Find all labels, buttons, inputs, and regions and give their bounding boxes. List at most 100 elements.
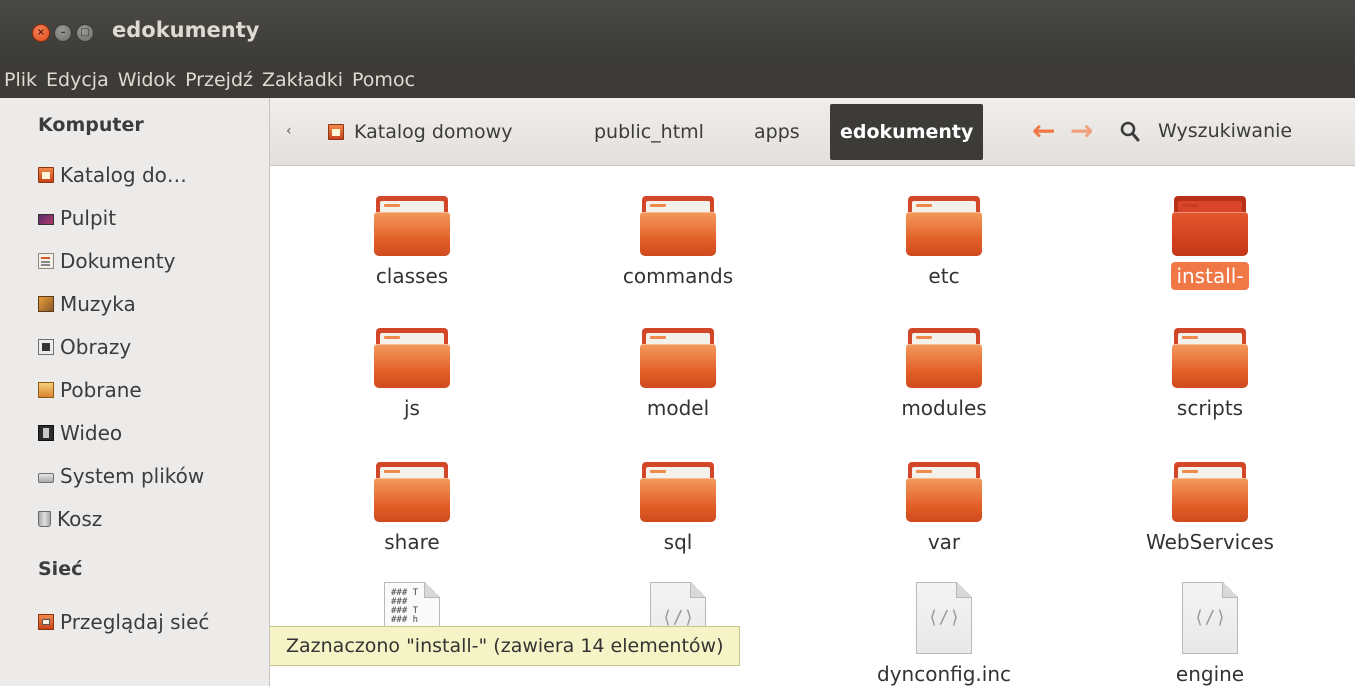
sidebar-item-video[interactable]: Wideo bbox=[38, 418, 122, 448]
selection-status-tooltip: Zaznaczono "install-" (zawiera 14 elemen… bbox=[270, 626, 741, 666]
window-maximize-button[interactable]: □ bbox=[76, 24, 94, 42]
pictures-icon bbox=[38, 339, 54, 355]
menu-go[interactable]: Przejdź bbox=[185, 69, 253, 91]
sidebar-item-pictures[interactable]: Obrazy bbox=[38, 332, 131, 362]
breadcrumb-home[interactable]: Katalog domowy bbox=[328, 116, 512, 148]
sidebar-item-documents[interactable]: Dokumenty bbox=[38, 246, 175, 276]
window-close-button[interactable]: × bbox=[32, 24, 50, 42]
folder-item[interactable]: modules bbox=[834, 326, 1054, 422]
sidebar-item-label: Dokumenty bbox=[60, 249, 176, 273]
code-file-icon: ⟨/⟩ bbox=[916, 582, 972, 654]
folder-icon bbox=[640, 460, 716, 522]
filesystem-icon bbox=[38, 473, 54, 483]
window-titlebar: × – □ edokumenty bbox=[0, 0, 1355, 62]
folder-item[interactable]: share bbox=[302, 460, 522, 556]
folder-item[interactable]: js bbox=[302, 326, 522, 422]
file-item[interactable]: ⟨/⟩ dynconfig.inc bbox=[834, 582, 1054, 688]
code-glyph: ⟨/⟩ bbox=[661, 607, 695, 628]
maximize-icon: □ bbox=[80, 27, 90, 38]
sidebar-item-label: Katalog do… bbox=[60, 163, 187, 187]
sidebar-item-trash[interactable]: Kosz bbox=[38, 504, 102, 534]
search-icon[interactable] bbox=[1120, 120, 1140, 144]
folder-icon bbox=[906, 326, 982, 388]
folder-item-selected[interactable]: install- bbox=[1100, 194, 1320, 290]
video-icon bbox=[38, 425, 54, 441]
sidebar-item-label: System plików bbox=[60, 464, 205, 488]
breadcrumb-apps[interactable]: apps bbox=[754, 116, 800, 148]
trash-icon bbox=[38, 511, 51, 527]
item-label: etc bbox=[928, 264, 960, 288]
network-icon bbox=[38, 614, 54, 630]
item-label: js bbox=[404, 396, 420, 420]
breadcrumb-label: Katalog domowy bbox=[354, 121, 513, 143]
menu-bookmarks[interactable]: Zakładki bbox=[262, 69, 343, 91]
sidebar-header-network: Sieć bbox=[38, 558, 83, 580]
menu-help[interactable]: Pomoc bbox=[352, 69, 415, 91]
path-toolbar: ‹ Katalog domowy public_html apps edokum… bbox=[270, 98, 1355, 166]
music-icon bbox=[38, 296, 54, 312]
breadcrumb-current[interactable]: edokumenty bbox=[830, 104, 984, 160]
sidebar-item-downloads[interactable]: Pobrane bbox=[38, 375, 142, 405]
folder-icon bbox=[1172, 194, 1248, 256]
desktop-icon bbox=[38, 213, 54, 225]
file-grid: classes commands etc install- js model m… bbox=[270, 166, 1355, 686]
item-label: share bbox=[384, 530, 440, 554]
folder-icon bbox=[640, 194, 716, 256]
menu-view[interactable]: Widok bbox=[118, 69, 176, 91]
downloads-icon bbox=[38, 382, 54, 398]
item-label: sql bbox=[663, 530, 693, 554]
item-label: engine bbox=[1175, 662, 1245, 686]
item-label: modules bbox=[901, 396, 987, 420]
sidebar-item-browse-network[interactable]: Przeglądaj sieć bbox=[38, 607, 209, 637]
item-label: model bbox=[646, 396, 710, 420]
sidebar-item-label: Obrazy bbox=[60, 335, 132, 359]
folder-item[interactable]: WebServices bbox=[1100, 460, 1320, 556]
code-glyph: ⟨/⟩ bbox=[1193, 607, 1227, 628]
home-folder-icon bbox=[38, 167, 54, 183]
sidebar: Komputer Katalog do… Pulpit Dokumenty Mu… bbox=[0, 98, 270, 686]
folder-icon bbox=[1172, 326, 1248, 388]
home-folder-icon bbox=[328, 124, 344, 140]
path-scroll-left-button[interactable]: ‹ bbox=[286, 123, 292, 139]
forward-arrow-button[interactable]: → bbox=[1070, 116, 1093, 146]
folder-item[interactable]: etc bbox=[834, 194, 1054, 290]
back-arrow-button[interactable]: ← bbox=[1032, 116, 1055, 146]
folder-item[interactable]: var bbox=[834, 460, 1054, 556]
code-glyph: ⟨/⟩ bbox=[927, 607, 961, 628]
item-label: dynconfig.inc bbox=[877, 662, 1011, 686]
window-title: edokumenty bbox=[112, 18, 260, 42]
item-label: classes bbox=[375, 264, 449, 288]
sidebar-item-home[interactable]: Katalog do… bbox=[38, 160, 187, 190]
sidebar-item-label: Kosz bbox=[57, 507, 103, 531]
sidebar-item-label: Pobrane bbox=[60, 378, 142, 402]
folder-item[interactable]: commands bbox=[568, 194, 788, 290]
sidebar-item-desktop[interactable]: Pulpit bbox=[38, 203, 116, 233]
menubar: Plik Edycja Widok Przejdź Zakładki Pomoc bbox=[0, 62, 1355, 98]
folder-item[interactable]: sql bbox=[568, 460, 788, 556]
sidebar-item-label: Przeglądaj sieć bbox=[60, 610, 210, 634]
sidebar-item-label: Pulpit bbox=[60, 206, 117, 230]
breadcrumb-public-html[interactable]: public_html bbox=[594, 116, 704, 148]
sidebar-item-label: Wideo bbox=[60, 421, 123, 445]
menu-file[interactable]: Plik bbox=[4, 69, 37, 91]
folder-item[interactable]: classes bbox=[302, 194, 522, 290]
close-icon: × bbox=[36, 27, 46, 38]
code-file-icon: ⟨/⟩ bbox=[1182, 582, 1238, 654]
folder-item[interactable]: model bbox=[568, 326, 788, 422]
sidebar-item-filesystem[interactable]: System plików bbox=[38, 461, 204, 491]
item-label: scripts bbox=[1176, 396, 1244, 420]
search-button-label[interactable]: Wyszukiwanie bbox=[1158, 120, 1292, 142]
folder-icon bbox=[906, 194, 982, 256]
menu-edit[interactable]: Edycja bbox=[46, 69, 109, 91]
sidebar-item-label: Muzyka bbox=[60, 292, 136, 316]
item-label: WebServices bbox=[1146, 530, 1274, 554]
folder-icon bbox=[374, 326, 450, 388]
folder-icon bbox=[374, 460, 450, 522]
item-label: install- bbox=[1171, 262, 1249, 290]
file-preview-text: ### T ### ### T ### h bbox=[391, 588, 419, 625]
file-item[interactable]: ⟨/⟩ engine bbox=[1100, 582, 1320, 688]
minimize-icon: – bbox=[60, 27, 66, 38]
sidebar-item-music[interactable]: Muzyka bbox=[38, 289, 136, 319]
window-minimize-button[interactable]: – bbox=[54, 24, 72, 42]
folder-item[interactable]: scripts bbox=[1100, 326, 1320, 422]
